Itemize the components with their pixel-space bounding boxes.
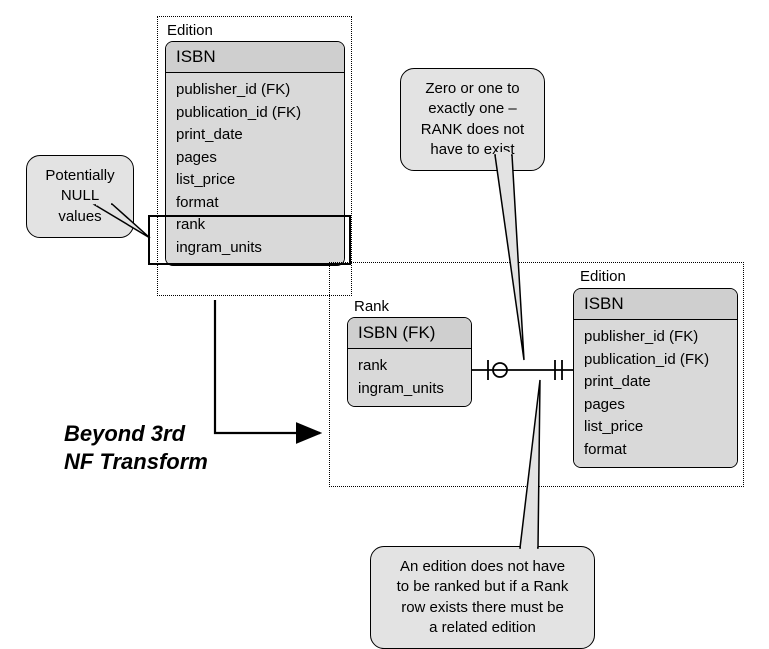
field: list_price [584, 416, 727, 439]
field: publication_id (FK) [176, 102, 334, 125]
field: print_date [176, 124, 334, 147]
field: pages [176, 147, 334, 170]
callout-null-values: Potentially NULL values [26, 155, 134, 238]
field: list_price [176, 169, 334, 192]
entity-header: ISBN [166, 42, 344, 73]
field: publication_id (FK) [584, 349, 727, 372]
field: print_date [584, 371, 727, 394]
field: publisher_id (FK) [584, 326, 727, 349]
field: pages [584, 394, 727, 417]
transform-label: Beyond 3rd NF Transform [64, 420, 208, 475]
field: publisher_id (FK) [176, 79, 334, 102]
field: rank [358, 355, 461, 378]
entity-rank: ISBN (FK) rank ingram_units [347, 317, 472, 407]
callout-zero-one: Zero or one to exactly one – RANK does n… [400, 68, 545, 171]
field: format [176, 192, 334, 215]
entity-label-top: Edition [167, 22, 213, 39]
entity-edition-bottom: ISBN publisher_id (FK) publication_id (F… [573, 288, 738, 468]
field: format [584, 439, 727, 462]
entity-header: ISBN (FK) [348, 318, 471, 349]
entity-label-rank: Rank [354, 298, 389, 315]
callout-bottom-note: An edition does not have to be ranked bu… [370, 546, 595, 649]
highlight-null-fields [148, 215, 351, 265]
entity-header: ISBN [574, 289, 737, 320]
entity-body: rank ingram_units [348, 349, 471, 406]
transform-arrow [215, 300, 320, 433]
entity-label-edition-bottom: Edition [580, 268, 626, 285]
entity-body: publisher_id (FK) publication_id (FK) pr… [574, 320, 737, 467]
field: ingram_units [358, 378, 461, 401]
